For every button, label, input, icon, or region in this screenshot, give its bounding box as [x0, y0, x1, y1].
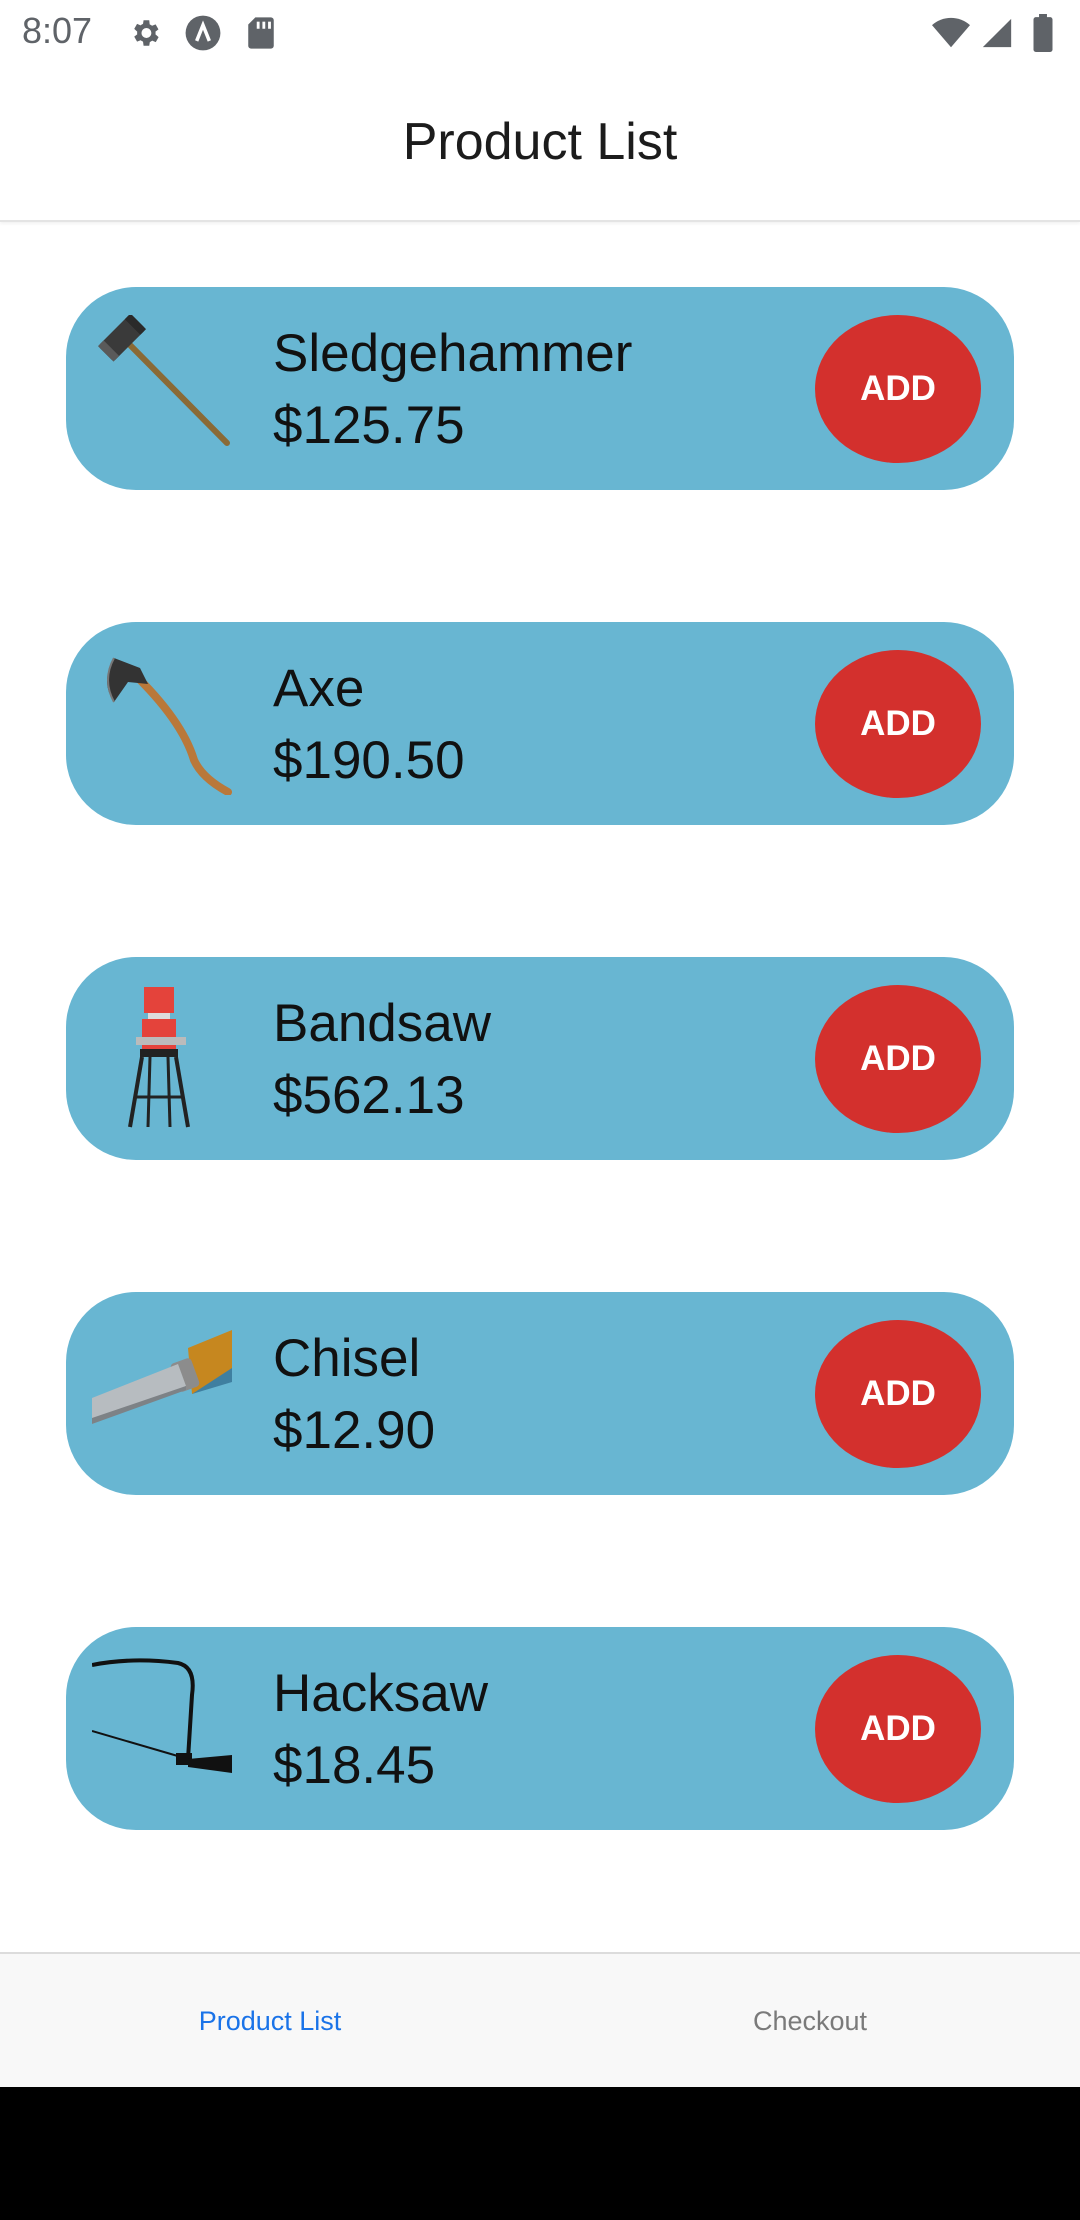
system-nav-bar	[0, 2087, 1080, 2220]
chisel-image	[92, 1320, 232, 1465]
axe-image	[92, 650, 232, 796]
product-price: $18.45	[273, 1736, 436, 1795]
add-button[interactable]: ADD	[815, 1655, 981, 1803]
product-name: Chisel	[273, 1329, 421, 1388]
product-card-hacksaw: Hacksaw $18.45 ADD	[66, 1627, 1014, 1830]
bottom-tab-bar: Product List Checkout	[0, 1952, 1080, 2089]
product-card-axe: Axe $190.50 ADD	[66, 622, 1014, 825]
gear-icon	[126, 14, 164, 52]
sd-card-icon	[242, 14, 280, 52]
add-button[interactable]: ADD	[815, 650, 981, 798]
add-button[interactable]: ADD	[815, 985, 981, 1133]
product-price: $12.90	[273, 1401, 436, 1460]
product-name: Hacksaw	[273, 1664, 489, 1723]
product-card-chisel: Chisel $12.90 ADD	[66, 1292, 1014, 1495]
product-card-sledgehammer: Sledgehammer $125.75 ADD	[66, 287, 1014, 490]
product-name: Axe	[273, 659, 365, 718]
product-name: Sledgehammer	[273, 324, 633, 383]
sledgehammer-image	[92, 313, 232, 460]
bandsaw-image	[92, 985, 232, 1130]
product-price: $190.50	[273, 731, 465, 790]
status-left-icons	[126, 14, 280, 52]
tab-product-list[interactable]: Product List	[0, 1954, 540, 2089]
hacksaw-image	[91, 1655, 232, 1800]
product-card-bandsaw: Bandsaw $562.13 ADD	[66, 957, 1014, 1160]
battery-icon	[1024, 14, 1062, 52]
status-time: 8:07	[22, 10, 93, 51]
product-price: $125.75	[273, 396, 465, 455]
app-header: Product List	[0, 66, 1080, 222]
status-right-icons	[932, 14, 1062, 52]
product-price: $562.13	[273, 1066, 465, 1125]
status-bar: 8:07	[0, 0, 1080, 66]
page-title: Product List	[402, 113, 678, 171]
product-name: Bandsaw	[273, 994, 492, 1053]
tab-checkout[interactable]: Checkout	[540, 1954, 1080, 2089]
wifi-icon	[932, 14, 970, 52]
signal-icon	[978, 14, 1016, 52]
app-logo-icon	[184, 14, 222, 52]
add-button[interactable]: ADD	[815, 315, 981, 463]
add-button[interactable]: ADD	[815, 1320, 981, 1468]
